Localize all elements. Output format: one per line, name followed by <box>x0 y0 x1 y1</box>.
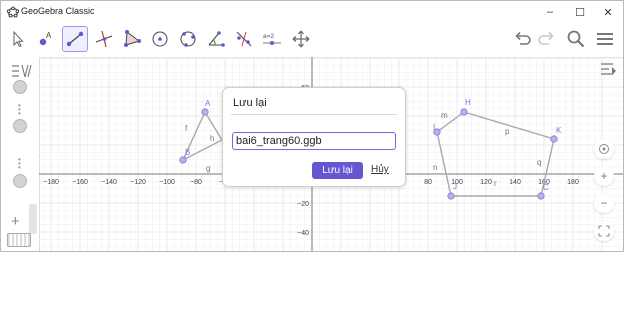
point-c[interactable] <box>537 192 545 200</box>
geogebra-window: GeoGebra Classic – ☐ ✕ A a=2 • • • • • •… <box>0 0 624 252</box>
point-h[interactable] <box>460 108 468 116</box>
graphics-style-icon <box>601 63 616 75</box>
segment-label-m: m <box>441 111 448 120</box>
x-tick-label: −120 <box>130 179 146 186</box>
x-tick-label: 120 <box>480 179 492 186</box>
segment-label-q: q <box>537 158 541 167</box>
segment-label-p: p <box>505 127 510 136</box>
dialog-title: Lưu lại <box>233 97 267 109</box>
toolbar: A a=2 <box>1 23 623 58</box>
point-label-a: A <box>205 99 211 108</box>
polygon-tool[interactable] <box>119 26 145 52</box>
point-tool[interactable]: A <box>33 26 59 52</box>
x-tick-label: −80 <box>190 179 202 186</box>
algebra-style-icon <box>12 64 32 78</box>
algebra-view: • • • • • • + <box>1 57 40 251</box>
graphics-style-button[interactable] <box>599 61 619 82</box>
close-button[interactable]: ✕ <box>593 1 623 23</box>
divider <box>231 114 397 115</box>
svg-text:A: A <box>46 31 52 40</box>
geogebra-logo-icon <box>7 6 19 18</box>
circle-tool[interactable] <box>147 26 173 52</box>
add-input-icon[interactable]: + <box>11 213 20 230</box>
algebra-style-button[interactable] <box>9 61 35 81</box>
redo-button[interactable] <box>534 26 560 52</box>
menu-button[interactable] <box>592 26 618 52</box>
move-tool[interactable] <box>5 26 31 52</box>
segment-label-f: f <box>185 124 188 133</box>
drag-handle-icon[interactable]: • • • <box>18 102 21 118</box>
point-b[interactable] <box>179 156 187 164</box>
cursor-icon <box>13 30 24 48</box>
point-label-h: H <box>465 98 471 107</box>
reflect-icon <box>236 31 252 47</box>
x-tick-label: −100 <box>159 179 175 186</box>
zoom-in-button[interactable]: + <box>594 166 614 186</box>
home-view-button[interactable] <box>594 139 614 159</box>
search-button[interactable] <box>563 26 589 52</box>
object-visibility-toggle[interactable] <box>13 80 27 94</box>
angle-icon <box>208 31 225 47</box>
y-tick-label: −20 <box>297 201 309 208</box>
segment-label-h: h <box>210 134 214 143</box>
point-label-i: I <box>433 123 435 132</box>
drag-handle-icon[interactable]: • • • <box>18 156 21 172</box>
cancel-button[interactable]: Hủy <box>371 164 389 175</box>
triangle-icon <box>124 30 141 47</box>
filename-input[interactable] <box>232 132 396 150</box>
reflect-tool[interactable] <box>231 26 257 52</box>
scrollbar[interactable] <box>29 204 37 234</box>
angle-tool[interactable] <box>203 26 229 52</box>
svg-text:a=2: a=2 <box>263 33 274 40</box>
circle-three-points-icon <box>180 31 196 47</box>
maximize-button[interactable]: ☐ <box>565 1 595 23</box>
perpendicular-line-tool[interactable] <box>91 26 117 52</box>
point-icon: A <box>39 31 52 46</box>
minimize-button[interactable]: – <box>535 1 565 23</box>
segment-label-g: g <box>206 164 210 173</box>
move-graphics-tool[interactable] <box>288 26 314 52</box>
point-label-k: K <box>556 126 562 135</box>
circle-icon <box>152 31 168 47</box>
keyboard-icon[interactable] <box>7 233 31 247</box>
slider-tool[interactable]: a=2 <box>259 26 285 52</box>
fullscreen-button[interactable] <box>594 221 614 241</box>
slider-icon: a=2 <box>263 33 281 45</box>
fullscreen-icon <box>598 225 610 237</box>
search-icon <box>567 30 585 48</box>
perpendicular-icon <box>95 30 113 48</box>
save-button[interactable]: Lưu lại <box>312 162 363 179</box>
menu-icon <box>597 33 613 45</box>
point-k[interactable] <box>550 135 558 143</box>
x-tick-label: 140 <box>509 179 521 186</box>
ellipse-tool[interactable] <box>175 26 201 52</box>
segment-label-n: n <box>433 163 437 172</box>
x-tick-label: 80 <box>424 179 432 186</box>
save-dialog: Lưu lại Lưu lại Hủy <box>222 87 406 187</box>
point-a[interactable] <box>201 108 209 116</box>
point-j[interactable] <box>447 192 455 200</box>
undo-button[interactable] <box>509 26 535 52</box>
object-visibility-toggle[interactable] <box>13 119 27 133</box>
target-icon <box>599 144 609 154</box>
x-tick-label: −140 <box>101 179 117 186</box>
object-visibility-toggle[interactable] <box>13 174 27 188</box>
segment-tool[interactable] <box>62 26 88 52</box>
redo-icon <box>538 31 554 45</box>
zoom-out-button[interactable]: − <box>594 193 614 213</box>
point-label-c: C <box>543 183 549 192</box>
segment-icon <box>66 31 84 47</box>
title-bar: GeoGebra Classic – ☐ ✕ <box>1 1 623 23</box>
move-arrows-icon <box>292 30 310 48</box>
y-tick-label: −40 <box>297 230 309 237</box>
window-title: GeoGebra Classic <box>21 6 95 16</box>
x-tick-label: 180 <box>567 179 579 186</box>
point-label-j: J <box>453 182 457 191</box>
x-tick-label: −180 <box>43 179 59 186</box>
point-label-b: B <box>185 148 190 157</box>
undo-icon <box>515 31 531 45</box>
x-tick-label: −160 <box>72 179 88 186</box>
segment-label-r: r <box>494 179 497 188</box>
